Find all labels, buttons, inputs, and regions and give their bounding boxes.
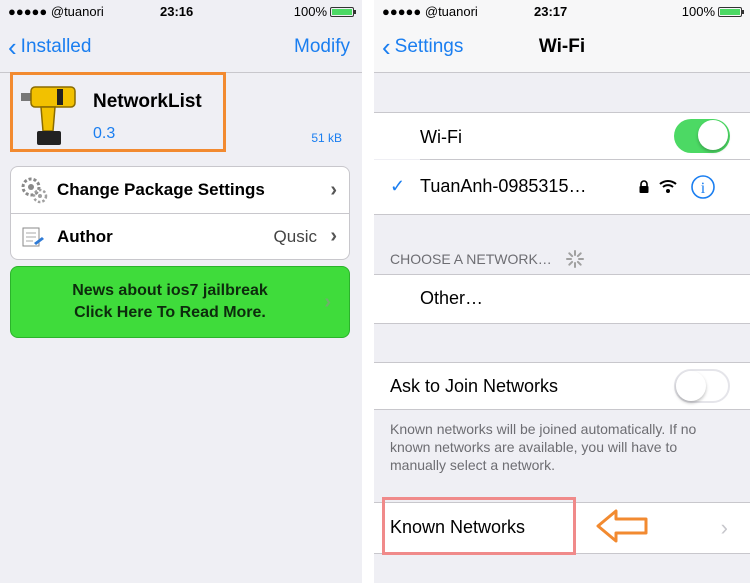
row-label: Change Package Settings [57,180,265,199]
wifi-settings-screen: ●●●●● @tuanori 23:17 100% ‹ Settings Wi-… [374,0,750,583]
section-title: CHOOSE A NETWORK… [390,251,552,268]
nav-bar: ‹ Installed Modify [0,24,362,72]
back-label: Installed [20,36,92,57]
connected-network-row[interactable]: ✓ TuanAnh-0985315… i [374,160,750,214]
carrier-label: ●●●●● @tuanori [8,4,104,19]
author-value: Qusic [273,226,317,246]
info-icon[interactable]: i [690,174,716,205]
back-button[interactable]: ‹ Installed [8,32,92,62]
author-row[interactable]: Author Qusic › [11,213,349,259]
ask-to-join-toggle[interactable] [674,369,730,403]
toggle-knob [698,120,728,150]
package-options-group: Change Package Settings › Author Qusic › [10,166,350,260]
nav-divider [374,72,750,73]
lock-icon [638,180,650,199]
battery-percent: 100% [681,4,715,19]
svg-text:i: i [701,180,706,197]
package-version: 0.3 [93,125,116,142]
wifi-label: Wi-Fi [420,127,462,147]
chevron-right-icon: › [330,178,337,201]
wifi-toggle-row: Wi-Fi [374,113,750,159]
other-network-row[interactable]: Other… [374,275,750,323]
choose-network-header: CHOOSE A NETWORK… [390,250,584,271]
drill-icon [19,79,83,154]
chevron-left-icon: ‹ [8,32,17,62]
gears-icon [19,175,49,205]
change-package-settings-row[interactable]: Change Package Settings › [11,167,349,213]
battery-indicator: 100% [681,4,744,19]
wifi-toggle[interactable] [674,119,730,153]
ask-to-join-label: Ask to Join Networks [390,376,559,396]
clock: 23:17 [534,4,568,19]
modify-button[interactable]: Modify [294,36,350,58]
news-line-1: News about ios7 jailbreak [72,282,268,299]
ask-to-join-row: Ask to Join Networks [374,363,750,409]
clock: 23:16 [160,4,194,19]
section-divider [374,214,750,215]
battery-indicator: 100% [293,4,356,19]
status-bar: ●●●●● @tuanori 23:17 100% [374,0,750,24]
cydia-package-screen: ●●●●● @tuanori 23:16 100% ‹ Installed Mo… [0,0,362,583]
ask-to-join-footer: Known networks will be joined automatica… [390,421,697,473]
battery-icon [330,6,356,17]
nav-bar: ‹ Settings Wi-Fi [374,24,750,72]
package-header-highlight: NetworkList 0.3 [10,72,226,152]
package-size: 51 kB [311,131,342,145]
chevron-right-icon: › [330,225,337,247]
chevron-right-icon: › [324,291,331,313]
known-networks-highlight [382,497,576,555]
battery-fill [720,8,740,15]
chevron-right-icon: › [720,515,728,540]
row-label: Author [57,226,113,246]
page-title: Wi-Fi [538,36,586,57]
news-banner[interactable]: News about ios7 jailbreak Click Here To … [10,266,350,338]
battery-fill [332,8,352,15]
carrier-text: ●●●●● @tuanori [382,4,478,19]
battery-percent: 100% [293,4,327,19]
toggle-knob [676,371,706,401]
section-divider [374,323,750,324]
other-label: Other… [420,288,484,308]
news-line-2: Click Here To Read More. [74,304,266,321]
battery-icon [718,6,744,17]
carrier-label: ●●●●● @tuanori [382,4,478,19]
section-divider [374,409,750,410]
spinner-icon [565,250,584,271]
author-icon [19,222,49,252]
status-bar: ●●●●● @tuanori 23:16 100% [0,0,362,24]
network-name: TuanAnh-0985315… [420,176,587,196]
package-name: NetworkList [93,91,202,112]
wifi-signal-icon [658,178,678,199]
arrow-left-icon [596,508,650,549]
checkmark-icon: ✓ [390,176,406,196]
